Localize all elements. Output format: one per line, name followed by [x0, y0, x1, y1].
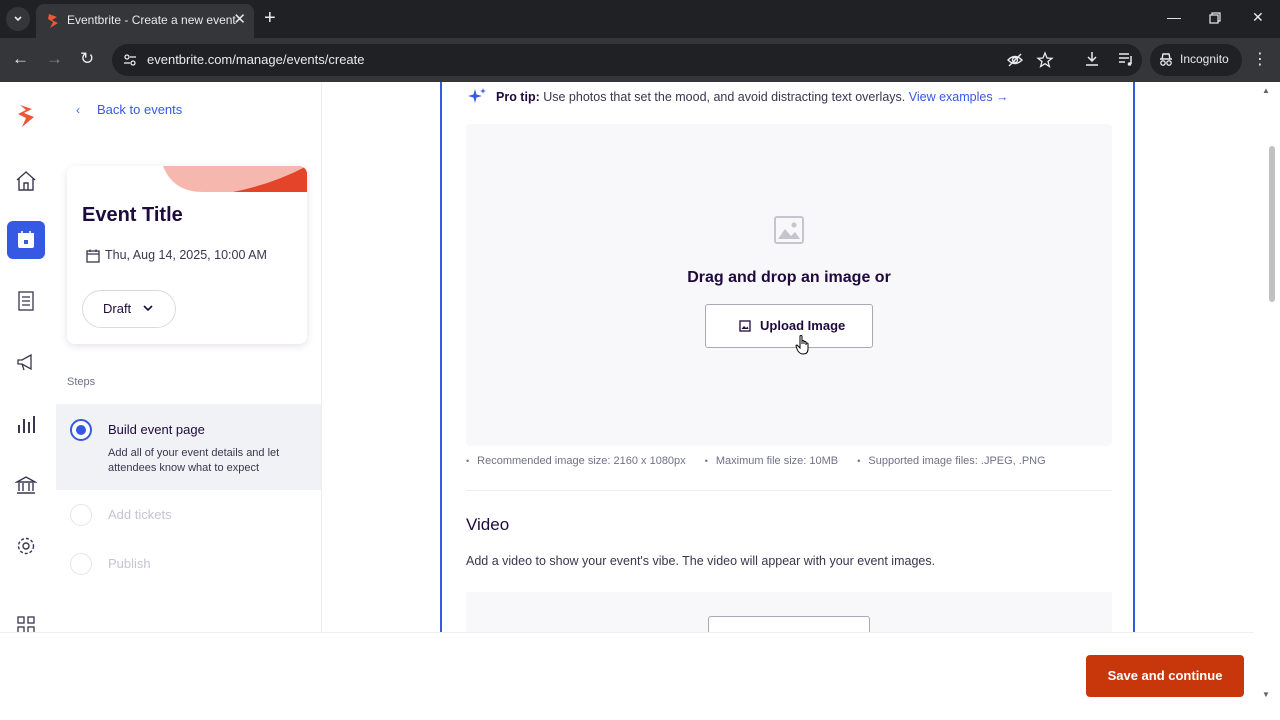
- orders-icon: [18, 291, 34, 311]
- pro-tip-label: Pro tip:: [496, 90, 540, 104]
- step-publish[interactable]: Publish: [56, 545, 321, 583]
- main-content: Pro tip: Use photos that set the mood, a…: [322, 82, 1254, 632]
- event-summary-card: Event Title Thu, Aug 14, 2025, 10:00 AM …: [67, 166, 307, 344]
- section-divider: [466, 490, 1112, 491]
- settings-icon: [17, 537, 35, 555]
- calendar-icon: [18, 231, 34, 248]
- incognito-icon: [1160, 53, 1172, 66]
- step-radio: [70, 504, 92, 526]
- rail-item-reports[interactable]: [7, 405, 45, 443]
- tab-title: Eventbrite - Create a new event: [67, 13, 236, 27]
- incognito-label: Incognito: [1180, 52, 1229, 66]
- minimize-icon[interactable]: —: [1167, 9, 1181, 25]
- eventbrite-logo-icon[interactable]: [16, 104, 36, 128]
- image-placeholder-icon: [774, 216, 804, 244]
- rail-item-finance[interactable]: [7, 466, 45, 504]
- dropzone-text: Drag and drop an image or: [687, 269, 891, 286]
- tab-search-button[interactable]: [6, 7, 30, 31]
- finance-icon: [15, 476, 37, 494]
- event-date: Thu, Aug 14, 2025, 10:00 AM: [105, 248, 267, 262]
- image-dropzone[interactable]: Drag and drop an image or Upload Image: [466, 124, 1112, 446]
- video-section-title: Video: [466, 515, 510, 534]
- browser-toolbar: ← → ↻ eventbrite.com/manage/events/creat…: [0, 38, 1280, 82]
- reload-icon[interactable]: ↻: [80, 49, 94, 69]
- home-icon: [16, 171, 36, 191]
- view-examples-link[interactable]: View examples →: [909, 90, 1009, 104]
- step-title: Publish: [108, 556, 151, 571]
- add-video-button[interactable]: [708, 616, 870, 632]
- status-dropdown[interactable]: Draft: [82, 290, 176, 328]
- step-radio: [70, 553, 92, 575]
- page-scrollbar[interactable]: ▲ ▼: [1254, 82, 1280, 720]
- card-header-art: [163, 166, 307, 192]
- url-text[interactable]: eventbrite.com/manage/events/create: [147, 52, 365, 67]
- close-tab-icon[interactable]: ✕: [233, 10, 246, 28]
- scroll-up-icon[interactable]: ▲: [1262, 86, 1270, 95]
- step-title: Add tickets: [108, 507, 172, 522]
- step-description: Add all of your event details and let at…: [108, 447, 280, 474]
- hint-image-size: Recommended image size: 2160 x 1080px: [466, 455, 686, 467]
- pro-tip: Pro tip: Use photos that set the mood, a…: [496, 90, 1009, 104]
- reports-icon: [18, 416, 35, 433]
- more-options-icon[interactable]: ⋮: [1252, 49, 1268, 69]
- sparkle-icon: [468, 88, 486, 103]
- left-nav-rail: [0, 82, 52, 634]
- rail-item-settings[interactable]: [7, 527, 45, 565]
- star-icon[interactable]: [1036, 51, 1054, 69]
- scroll-down-icon[interactable]: ▼: [1262, 690, 1270, 699]
- address-bar[interactable]: eventbrite.com/manage/events/create: [112, 44, 1142, 76]
- megaphone-icon: [17, 353, 32, 371]
- chevron-down-icon: [143, 305, 153, 312]
- media-controls-icon[interactable]: [1117, 50, 1135, 68]
- status-label: Draft: [103, 301, 132, 316]
- save-and-continue-button[interactable]: Save and continue: [1086, 655, 1244, 697]
- back-to-events-link[interactable]: Back to events: [97, 102, 182, 117]
- chevron-down-icon: [14, 16, 22, 22]
- rail-item-orders[interactable]: [7, 282, 45, 320]
- chevron-left-icon[interactable]: ‹: [76, 103, 80, 117]
- upload-image-button[interactable]: Upload Image: [705, 304, 873, 348]
- download-icon[interactable]: [1083, 50, 1101, 68]
- video-dropzone[interactable]: [466, 592, 1112, 632]
- media-section-panel: Pro tip: Use photos that set the mood, a…: [440, 82, 1135, 632]
- restore-icon[interactable]: [1209, 12, 1221, 24]
- calendar-icon: [86, 249, 100, 263]
- upload-image-label: Upload Image: [760, 318, 846, 333]
- new-tab-icon[interactable]: +: [264, 7, 276, 29]
- eventbrite-favicon-icon: [48, 14, 58, 28]
- image-requirements: Recommended image size: 2160 x 1080px Ma…: [466, 455, 1062, 467]
- rail-item-marketing[interactable]: [7, 343, 45, 381]
- back-arrow-icon[interactable]: ←: [12, 49, 29, 69]
- hand-pointer-icon: [795, 335, 809, 355]
- pro-tip-text: Use photos that set the mood, and avoid …: [543, 90, 906, 104]
- eye-off-icon[interactable]: [1006, 51, 1024, 69]
- hint-file-size: Maximum file size: 10MB: [705, 455, 838, 467]
- step-radio-selected: [70, 419, 92, 441]
- steps-heading: Steps: [67, 376, 96, 388]
- video-section-description: Add a video to show your event's vibe. T…: [466, 554, 936, 568]
- browser-tab-strip: Eventbrite - Create a new event ✕ + — ✕: [0, 0, 1280, 38]
- rail-item-events[interactable]: [7, 221, 45, 259]
- site-info-icon[interactable]: [122, 52, 138, 68]
- event-title: Event Title: [82, 204, 183, 226]
- scroll-thumb[interactable]: [1269, 146, 1275, 302]
- bottom-action-bar: Save and continue: [0, 632, 1254, 720]
- hint-file-types: Supported image files: .JPEG, .PNG: [857, 455, 1045, 467]
- step-title: Build event page: [108, 422, 205, 437]
- step-add-tickets[interactable]: Add tickets: [56, 496, 321, 534]
- close-window-icon[interactable]: ✕: [1252, 9, 1264, 26]
- incognito-badge[interactable]: Incognito: [1150, 44, 1242, 76]
- rail-item-home[interactable]: [7, 162, 45, 200]
- event-side-panel: ‹ Back to events Event Title Thu, Aug 14…: [52, 82, 322, 632]
- forward-arrow-icon[interactable]: →: [46, 49, 63, 69]
- step-build-event-page[interactable]: Build event page Add all of your event d…: [56, 404, 321, 490]
- image-icon: [739, 320, 751, 332]
- browser-tab[interactable]: Eventbrite - Create a new event ✕: [36, 4, 254, 38]
